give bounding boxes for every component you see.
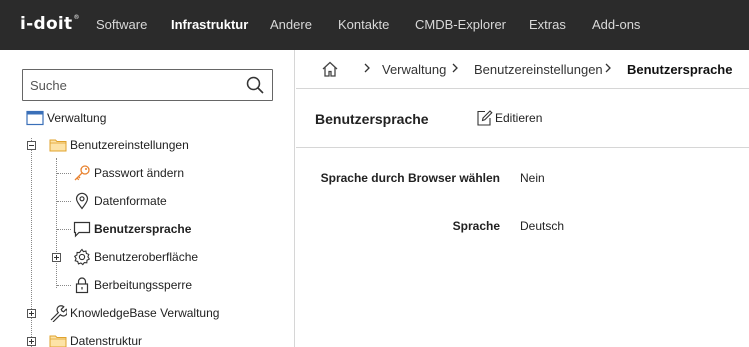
tree-connector	[57, 173, 71, 174]
tree-item-label: Benutzereinstellungen	[70, 138, 189, 152]
tree-item-benutzersprache[interactable]: Benutzersprache	[73, 220, 273, 240]
wrench-icon	[50, 305, 67, 322]
search-icon[interactable]	[246, 76, 264, 94]
search-input[interactable]	[23, 70, 243, 100]
edit-button-label: Editieren	[495, 111, 543, 125]
tree-connector	[57, 201, 71, 202]
sidebar: Verwaltung Benutzereinstellungen Passwor…	[0, 50, 295, 347]
location-pin-icon	[75, 192, 89, 210]
tree-item-benutzeroberflaeche[interactable]: Benutzeroberfläche	[73, 248, 273, 268]
tree-item-label: Benutzeroberfläche	[94, 250, 199, 264]
nav-item-extras[interactable]: Extras	[529, 17, 566, 32]
tree-item-passwort-aendern[interactable]: Passwort ändern	[73, 164, 273, 184]
tree-item-berbeitungssperre[interactable]: Berbeitungssperre	[73, 276, 273, 296]
nav-item-kontakte[interactable]: Kontakte	[338, 17, 389, 32]
folder-icon	[49, 335, 67, 347]
tree-item-label: Verwaltung	[47, 111, 107, 125]
tree-item-label: KnowledgeBase Verwaltung	[70, 306, 220, 320]
field-label-browser-language: Sprache durch Browser wählen	[320, 171, 500, 185]
field-value-browser-language: Nein	[520, 171, 545, 185]
breadcrumb-item-benutzereinstellungen[interactable]: Benutzereinstellungen	[474, 62, 603, 77]
tree-item-label: Datenstruktur	[70, 334, 143, 347]
nav-item-cmdb-explorer[interactable]: CMDB-Explorer	[415, 17, 506, 32]
tree-item-datenstruktur[interactable]: Datenstruktur	[49, 332, 249, 347]
page-title: Benutzersprache	[315, 111, 429, 127]
collapse-toggle[interactable]	[27, 141, 36, 150]
breadcrumb: Verwaltung Benutzereinstellungen Benutze…	[296, 50, 749, 89]
chevron-right-icon	[452, 63, 458, 73]
folder-icon	[49, 139, 67, 152]
tree-connector	[57, 229, 71, 230]
field-value-language: Deutsch	[520, 219, 565, 233]
expand-toggle[interactable]	[27, 337, 36, 346]
lock-icon	[75, 277, 89, 294]
logo-text: i-doit	[20, 14, 73, 34]
chevron-right-icon	[364, 63, 370, 73]
tree-item-datenformate[interactable]: Datenformate	[73, 192, 273, 212]
nav-item-infrastruktur[interactable]: Infrastruktur	[171, 17, 248, 32]
tree-item-verwaltung[interactable]: Verwaltung	[26, 109, 226, 129]
nav-item-software[interactable]: Software	[96, 17, 147, 32]
page-header: Benutzersprache Editieren	[296, 90, 749, 148]
breadcrumb-item-verwaltung[interactable]: Verwaltung	[382, 62, 446, 77]
search-box	[22, 69, 273, 101]
speech-bubble-icon	[73, 221, 91, 238]
gear-icon	[73, 248, 91, 266]
tree-item-benutzereinstellungen[interactable]: Benutzereinstellungen	[49, 136, 279, 156]
expand-toggle[interactable]	[52, 253, 61, 262]
registered-mark: ®	[73, 14, 80, 21]
edit-icon	[477, 110, 493, 126]
home-icon[interactable]	[321, 60, 339, 78]
tree-item-label: Benutzersprache	[94, 222, 192, 236]
tree-item-label: Berbeitungssperre	[94, 278, 193, 292]
i-doit-logo[interactable]: i-doit®	[20, 14, 80, 36]
tree-connector	[56, 158, 57, 288]
tree-connector	[57, 285, 71, 286]
nav-item-andere[interactable]: Andere	[270, 17, 312, 32]
tree-item-knowledgebase-verwaltung[interactable]: KnowledgeBase Verwaltung	[49, 304, 289, 324]
nav-item-add-ons[interactable]: Add-ons	[592, 17, 640, 32]
field-label-language: Sprache	[452, 219, 500, 233]
breadcrumb-item-current: Benutzersprache	[627, 62, 733, 77]
tree-item-label: Passwort ändern	[94, 166, 185, 180]
window-icon	[26, 110, 44, 126]
key-icon	[74, 165, 90, 181]
tree-item-label: Datenformate	[94, 194, 167, 208]
chevron-right-icon	[605, 63, 611, 73]
top-navigation-bar: i-doit® Software Infrastruktur Andere Ko…	[0, 0, 749, 50]
expand-toggle[interactable]	[27, 309, 36, 318]
